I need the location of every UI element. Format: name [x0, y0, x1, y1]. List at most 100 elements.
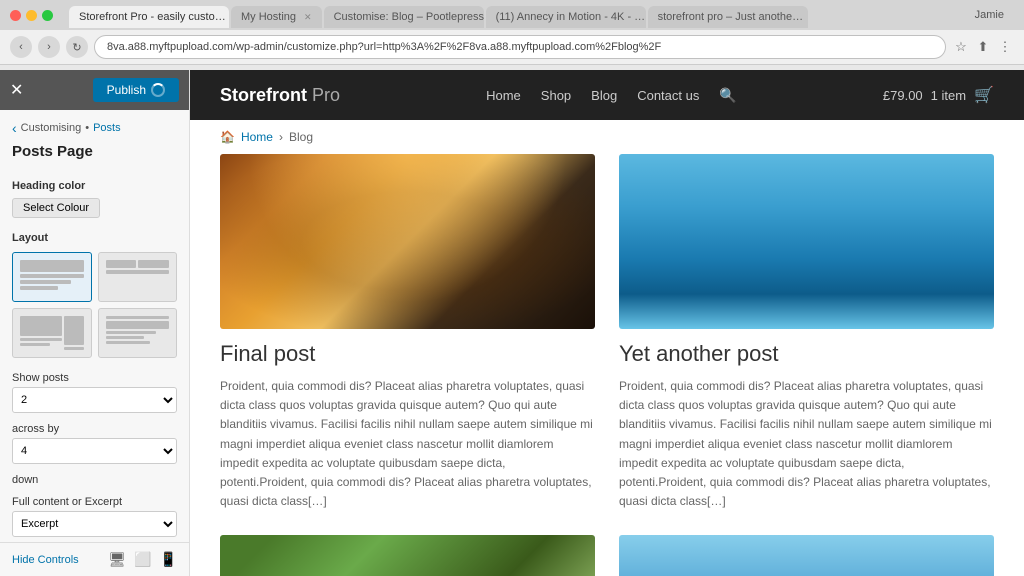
browser-user: Jamie	[975, 9, 1014, 21]
post-title-1: Yet another post	[619, 341, 994, 367]
customizer-breadcrumb: ‹ Customising • Posts	[0, 110, 189, 141]
blog-post-2	[220, 535, 595, 576]
preview-area: Storefront Pro Home Shop Blog Contact us…	[190, 70, 1024, 576]
layout-label: Layout	[12, 232, 177, 244]
layout-option-4[interactable]	[98, 308, 178, 358]
blog-post-1: Yet another post Proident, quia commodi …	[619, 154, 994, 511]
back-arrow-icon[interactable]: ‹	[12, 120, 17, 136]
desktop-icon[interactable]: 🖥	[108, 551, 126, 568]
across-by-select[interactable]: 423	[12, 438, 177, 464]
tablet-icon[interactable]: ⬜	[134, 551, 151, 568]
site-logo[interactable]: Storefront Pro	[220, 85, 340, 106]
app-layout: ✕ Publish ‹ Customising • Posts Posts Pa…	[0, 70, 1024, 576]
post-title-0: Final post	[220, 341, 595, 367]
customizer-panel: ✕ Publish ‹ Customising • Posts Posts Pa…	[0, 70, 190, 576]
layout-option-2[interactable]	[98, 252, 178, 302]
tab-customise-blog[interactable]: Customise: Blog – Pootlepress … ✕	[324, 6, 484, 28]
cart-area: £79.00 1 item 🛒	[883, 85, 994, 105]
post-people-graphic	[220, 535, 595, 576]
nav-shop[interactable]: Shop	[541, 88, 571, 103]
cart-price: £79.00	[883, 88, 923, 103]
tab-label: Storefront Pro - easily custo…	[79, 11, 226, 23]
publish-label: Publish	[107, 83, 146, 97]
across-by-field: across by 423	[12, 423, 177, 464]
layout-options	[12, 252, 177, 358]
post-building-graphic	[220, 154, 595, 329]
site-breadcrumb: 🏠 Home › Blog	[190, 120, 1024, 154]
minimize-dot[interactable]	[26, 10, 37, 21]
close-dot[interactable]	[10, 10, 21, 21]
post-excerpt-1: Proident, quia commodi dis? Placeat alia…	[619, 377, 994, 511]
browser-tabs: Storefront Pro - easily custo… ✕ My Host…	[61, 2, 816, 28]
layout-option-3[interactable]	[12, 308, 92, 358]
post-image-3	[619, 535, 994, 576]
extensions-icon[interactable]: ⋮	[996, 38, 1014, 56]
tab-label: (11) Annecy in Motion - 4K - …	[496, 11, 646, 23]
browser-nav: ‹ › ↻ 8va.a88.myftpupload.com/wp-admin/c…	[0, 30, 1024, 65]
customizer-close-button[interactable]: ✕	[10, 80, 23, 100]
hide-controls-button[interactable]: Hide Controls	[12, 554, 79, 566]
layout-option-1[interactable]	[12, 252, 92, 302]
blog-grid: Final post Proident, quia commodi dis? P…	[190, 154, 1024, 576]
tab-close-icon[interactable]: ✕	[304, 12, 312, 23]
tab-label: storefront pro – Just anothe…	[658, 11, 804, 23]
post-ocean-graphic	[619, 154, 994, 329]
show-posts-select[interactable]: 246	[12, 387, 177, 413]
cart-count: 1 item	[931, 88, 966, 103]
across-by-label: across by	[12, 423, 177, 435]
breadcrumb-separator: ›	[279, 130, 283, 144]
down-label: down	[12, 474, 177, 486]
select-colour-button[interactable]: Select Colour	[12, 198, 100, 218]
footer-icons: 🖥 ⬜ 📱	[108, 551, 177, 568]
address-text: 8va.a88.myftpupload.com/wp-admin/customi…	[107, 41, 661, 53]
star-icon[interactable]: ☆	[952, 38, 970, 56]
mobile-icon[interactable]: 📱	[160, 551, 177, 568]
site-nav: Home Shop Blog Contact us 🔍	[486, 87, 737, 104]
breadcrumb-customising: Customising	[21, 122, 82, 134]
site-header: Storefront Pro Home Shop Blog Contact us…	[190, 70, 1024, 120]
tab-label: My Hosting	[241, 11, 296, 23]
tab-my-hosting[interactable]: My Hosting ✕	[231, 6, 322, 28]
share-icon[interactable]: ⬆	[974, 38, 992, 56]
customizer-page-title: Posts Page	[0, 141, 189, 170]
customizer-toolbar: ✕ Publish	[0, 70, 189, 110]
tab-storefront-another[interactable]: storefront pro – Just anothe… ✕	[648, 6, 808, 28]
forward-button[interactable]: ›	[38, 36, 60, 58]
breadcrumb-home-link[interactable]: Home	[241, 130, 273, 144]
reload-button[interactable]: ↻	[66, 36, 88, 58]
nav-contact[interactable]: Contact us	[637, 88, 699, 103]
post-image-1	[619, 154, 994, 329]
post-coast-graphic	[619, 535, 994, 576]
traffic-lights	[10, 10, 53, 21]
post-excerpt-0: Proident, quia commodi dis? Placeat alia…	[220, 377, 595, 511]
full-content-select[interactable]: ExcerptFull content	[12, 511, 177, 537]
address-bar[interactable]: 8va.a88.myftpupload.com/wp-admin/customi…	[94, 35, 946, 59]
tab-annecy[interactable]: (11) Annecy in Motion - 4K - … ✕	[486, 6, 646, 28]
down-field: down	[12, 474, 177, 486]
show-posts-label: Show posts	[12, 372, 177, 384]
full-content-label: Full content or Excerpt	[12, 496, 177, 508]
customizer-footer: Hide Controls 🖥 ⬜ 📱	[0, 542, 189, 576]
nav-blog[interactable]: Blog	[591, 88, 617, 103]
heading-color-label: Heading color	[12, 180, 177, 192]
nav-home[interactable]: Home	[486, 88, 521, 103]
customizer-content: Heading color Select Colour Layout	[0, 170, 189, 542]
tab-storefront-pro[interactable]: Storefront Pro - easily custo… ✕	[69, 6, 229, 28]
browser-chrome: Storefront Pro - easily custo… ✕ My Host…	[0, 0, 1024, 70]
breadcrumb-current: Blog	[289, 130, 313, 144]
back-button[interactable]: ‹	[10, 36, 32, 58]
maximize-dot[interactable]	[42, 10, 53, 21]
post-image-0	[220, 154, 595, 329]
breadcrumb-house-icon: 🏠	[220, 130, 235, 144]
publish-spinner	[151, 83, 165, 97]
breadcrumb-separator: •	[85, 122, 89, 134]
tab-label: Customise: Blog – Pootlepress …	[334, 11, 484, 23]
browser-nav-icons: ☆ ⬆ ⋮	[952, 38, 1014, 56]
breadcrumb-posts-link[interactable]: Posts	[93, 122, 121, 134]
search-icon[interactable]: 🔍	[719, 87, 736, 104]
show-posts-field: Show posts 246	[12, 372, 177, 413]
blog-post-0: Final post Proident, quia commodi dis? P…	[220, 154, 595, 511]
publish-button[interactable]: Publish	[93, 78, 179, 102]
blog-post-3	[619, 535, 994, 576]
cart-icon[interactable]: 🛒	[974, 85, 994, 105]
